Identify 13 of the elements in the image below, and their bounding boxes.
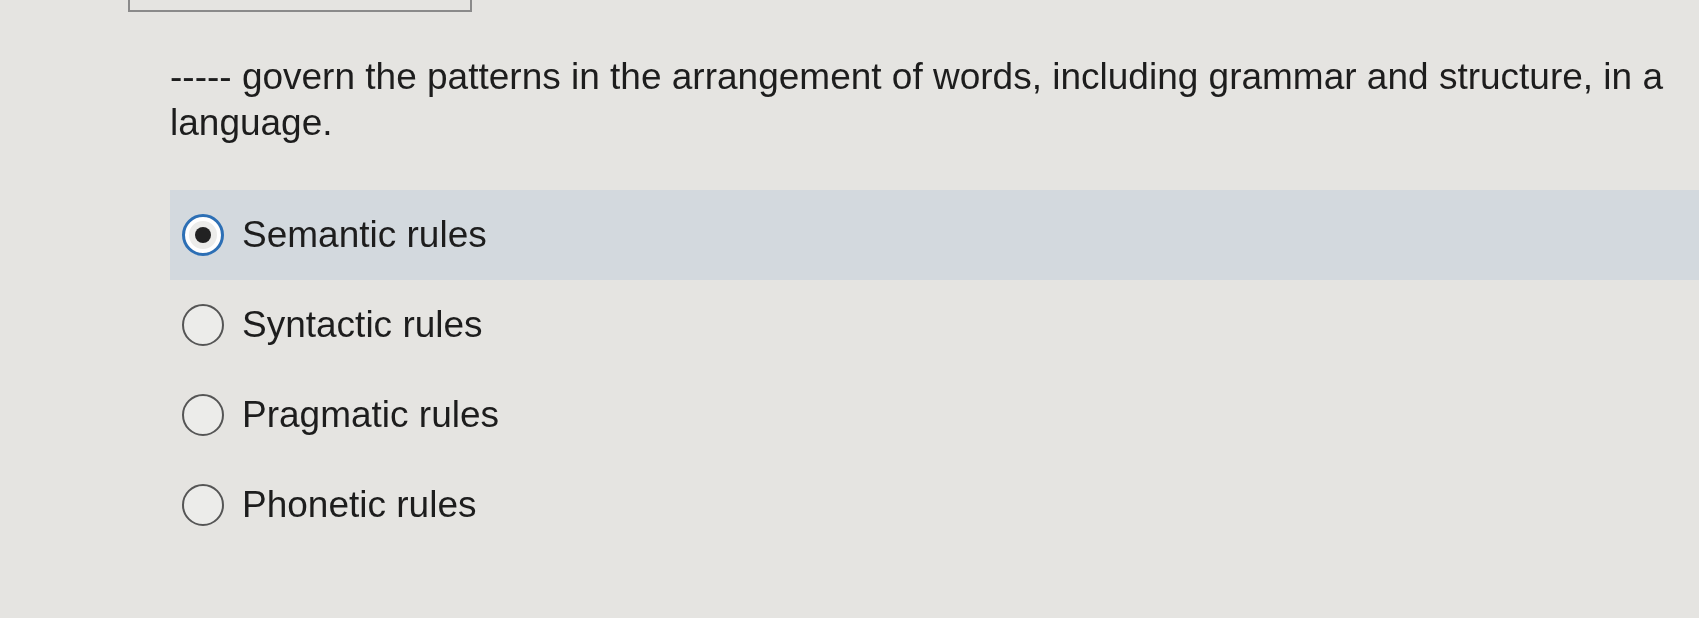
option-label: Semantic rules [242,214,487,256]
radio-button[interactable] [182,394,224,436]
answer-option[interactable]: Syntactic rules [170,280,1699,370]
answer-option[interactable]: Pragmatic rules [170,370,1699,460]
radio-button[interactable] [182,304,224,346]
answer-option[interactable]: Semantic rules [170,190,1699,280]
question-text: ----- govern the patterns in the arrangement of words, including grammar and structure, in a language. [170,55,1665,145]
option-label: Phonetic rules [242,484,477,526]
option-label: Syntactic rules [242,304,483,346]
radio-button[interactable] [182,214,224,256]
answer-option[interactable]: Phonetic rules [170,460,1699,550]
radio-button[interactable] [182,484,224,526]
option-label: Pragmatic rules [242,394,500,436]
